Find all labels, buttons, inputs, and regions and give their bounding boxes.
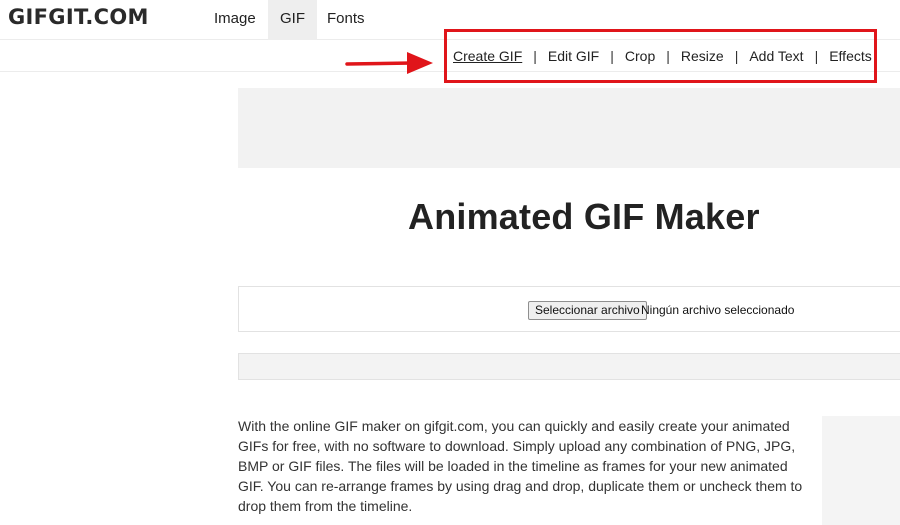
ad-banner-placeholder bbox=[238, 88, 900, 168]
page: GIFGIT.COM Image GIF Fonts Create GIF | … bbox=[0, 0, 900, 525]
subnav-edit-gif[interactable]: Edit GIF bbox=[548, 48, 599, 64]
nav-gif[interactable]: GIF bbox=[268, 0, 317, 40]
description-text: With the online GIF maker on gifgit.com,… bbox=[238, 418, 803, 514]
subnav-add-text[interactable]: Add Text bbox=[749, 48, 803, 64]
choose-file-button[interactable]: Seleccionar archivo bbox=[528, 301, 647, 320]
timeline-strip bbox=[238, 353, 900, 380]
subnav-resize[interactable]: Resize bbox=[681, 48, 724, 64]
gif-tools-subnav: Create GIF | Edit GIF | Crop | Resize | … bbox=[453, 47, 872, 65]
side-ad-placeholder bbox=[822, 416, 900, 525]
nav-fonts[interactable]: Fonts bbox=[315, 0, 377, 40]
red-arrow-annotation bbox=[345, 52, 433, 74]
nav-image[interactable]: Image bbox=[202, 0, 268, 40]
site-logo[interactable]: GIFGIT.COM bbox=[8, 4, 149, 30]
subnav-separator: | bbox=[734, 48, 739, 64]
upload-area: Seleccionar archivo Ningún archivo selec… bbox=[238, 286, 900, 332]
subnav-create-gif[interactable]: Create GIF bbox=[453, 48, 522, 64]
file-status-text: Ningún archivo seleccionado bbox=[641, 303, 795, 317]
subnav-separator: | bbox=[666, 48, 670, 64]
subnav-effects[interactable]: Effects bbox=[829, 48, 872, 64]
subnav-separator: | bbox=[814, 48, 819, 64]
subnav-separator: | bbox=[610, 48, 614, 64]
subnav-crop[interactable]: Crop bbox=[625, 48, 655, 64]
subnav-separator: | bbox=[533, 48, 537, 64]
page-title: Animated GIF Maker bbox=[408, 196, 760, 237]
